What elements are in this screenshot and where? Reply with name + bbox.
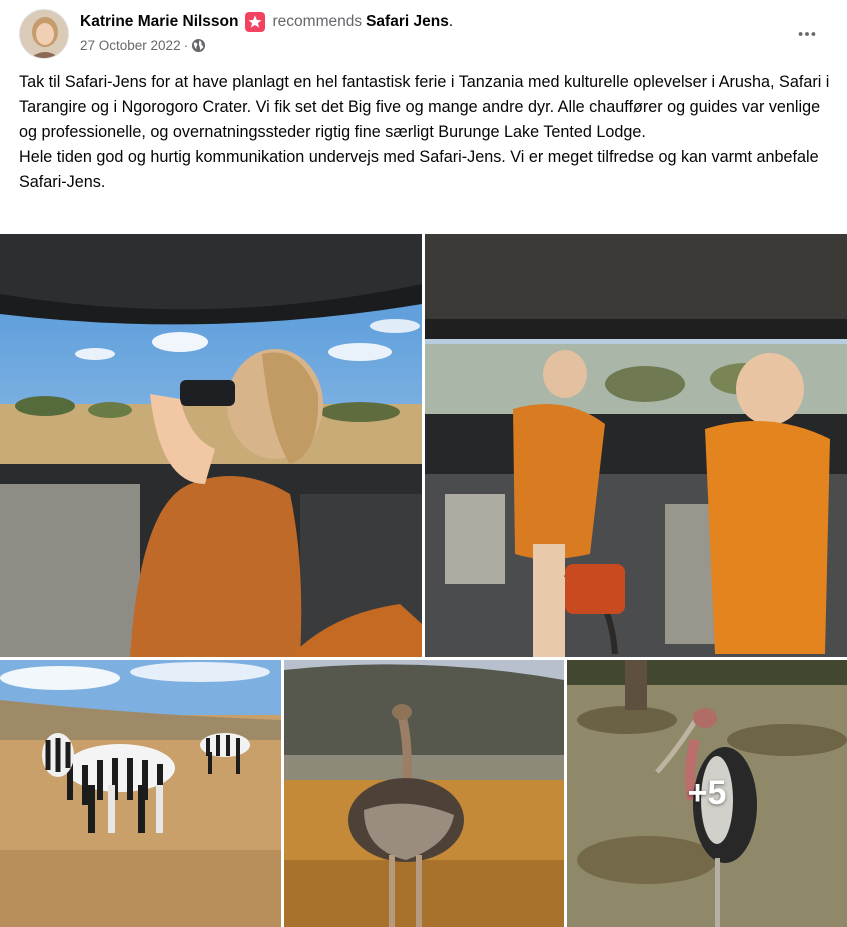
photo-zebras[interactable]: [0, 660, 281, 927]
page-name-period: .: [448, 13, 454, 30]
more-options-button[interactable]: [789, 16, 825, 52]
post-meta: 27 October 2022 ·: [80, 38, 206, 53]
recommended-page-link[interactable]: Safari Jens: [366, 13, 449, 31]
globe-icon[interactable]: [191, 38, 206, 53]
recommendation-badge-icon: [244, 12, 265, 32]
post-body: Tak til Safari-Jens for at have planlagt…: [19, 70, 831, 195]
photo-ostrich[interactable]: [284, 660, 564, 927]
post-date[interactable]: 27 October 2022: [80, 38, 181, 53]
author-avatar[interactable]: [19, 9, 69, 59]
meta-separator: ·: [183, 38, 189, 53]
post-header: Katrine Marie Nilsson recommends Safari …: [0, 0, 847, 66]
avatar-image: [20, 10, 68, 58]
recommends-text: recommends: [272, 13, 363, 30]
more-photos-overlay[interactable]: +5: [567, 660, 847, 927]
post-paragraph: Tak til Safari-Jens for at have planlagt…: [19, 73, 830, 141]
author-name[interactable]: Katrine Marie Nilsson: [80, 13, 239, 31]
author-line: Katrine Marie Nilsson recommends Safari …: [80, 12, 453, 32]
photo-boys-binoculars[interactable]: [425, 234, 847, 657]
post-paragraph: Hele tiden god og hurtig kommunikation u…: [19, 148, 819, 191]
photo-girl-binoculars[interactable]: [0, 234, 422, 657]
photo-marabou-stork[interactable]: +5: [567, 660, 847, 927]
more-dots-icon: [798, 32, 816, 36]
